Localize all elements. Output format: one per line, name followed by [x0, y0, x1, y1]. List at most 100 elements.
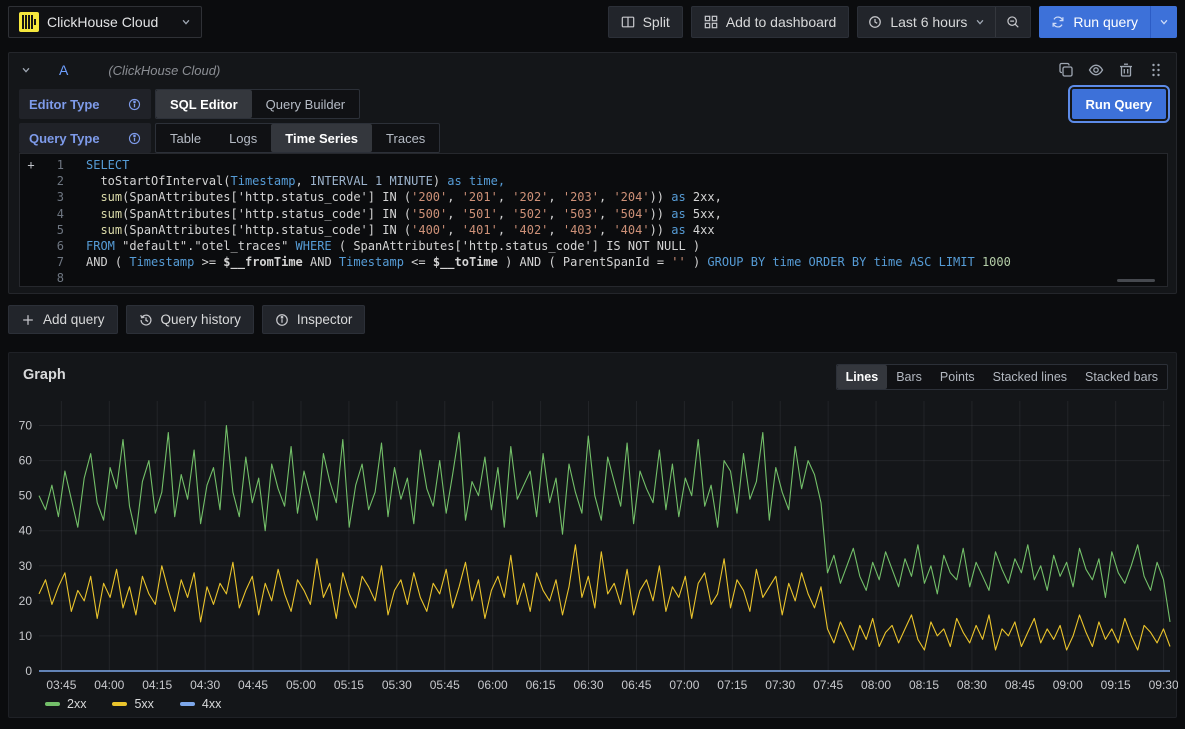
- mode-points[interactable]: Points: [931, 365, 984, 389]
- split-button[interactable]: Split: [608, 6, 683, 38]
- query-type-time-series[interactable]: Time Series: [271, 124, 372, 152]
- line-number: 6: [42, 238, 64, 254]
- code-token: ,: [296, 173, 310, 189]
- x-tick-label: 08:00: [861, 678, 891, 692]
- code-token: '502': [512, 206, 548, 222]
- code-token: '501': [462, 206, 498, 222]
- run-query-split-button: Run query: [1039, 6, 1177, 38]
- info-icon[interactable]: [128, 132, 141, 145]
- code-token: '202': [512, 189, 548, 205]
- query-history-button[interactable]: Query history: [126, 305, 254, 334]
- legend-label: 2xx: [67, 697, 86, 711]
- code-token: ,: [498, 189, 512, 205]
- chart-legend: 2xx 5xx 4xx: [45, 697, 221, 711]
- inspector-button[interactable]: Inspector: [262, 305, 366, 334]
- query-row-header: A (ClickHouse Cloud): [9, 53, 1176, 87]
- x-tick-label: 07:15: [717, 678, 747, 692]
- code-token: <=: [404, 254, 433, 270]
- code-token: ,: [447, 189, 461, 205]
- duplicate-query-icon[interactable]: [1058, 62, 1074, 78]
- code-token: sum: [100, 222, 122, 238]
- run-query-top-label: Run query: [1073, 14, 1138, 30]
- split-label: Split: [643, 14, 670, 30]
- legend-item-4xx[interactable]: 4xx: [180, 697, 221, 711]
- horizontal-scrollbar[interactable]: [1117, 279, 1155, 282]
- code-token: 4xx: [686, 222, 715, 238]
- editor-type-query-builder[interactable]: Query Builder: [252, 90, 359, 118]
- x-tick-label: 06:00: [478, 678, 508, 692]
- line-number: 8: [42, 270, 64, 286]
- time-series-chart[interactable]: 01020304050607003:4504:0004:1504:3004:45…: [9, 393, 1178, 693]
- sql-code-editor[interactable]: +1SELECT2 toStartOfInterval(Timestamp, I…: [19, 153, 1168, 287]
- delete-query-icon[interactable]: [1118, 62, 1134, 78]
- editor-type-sql-editor[interactable]: SQL Editor: [156, 90, 252, 118]
- code-line[interactable]: 8: [20, 270, 1167, 286]
- y-tick-label: 10: [19, 629, 33, 643]
- datasource-picker[interactable]: ClickHouse Cloud: [8, 6, 202, 38]
- split-icon: [621, 15, 635, 29]
- code-line[interactable]: +1SELECT: [20, 157, 1167, 173]
- query-type-label-text: Query Type: [29, 131, 100, 146]
- code-token: GROUP BY time ORDER BY time ASC LIMIT: [707, 254, 974, 270]
- time-range-picker[interactable]: Last 6 hours: [858, 7, 995, 37]
- chevron-down-icon: [181, 17, 191, 27]
- code-token: ,: [447, 206, 461, 222]
- query-type-table[interactable]: Table: [156, 124, 215, 152]
- x-tick-label: 09:30: [1149, 678, 1178, 692]
- code-token: )): [650, 206, 672, 222]
- code-line[interactable]: 2 toStartOfInterval(Timestamp, INTERVAL …: [20, 173, 1167, 189]
- code-token: Timestamp: [339, 254, 404, 270]
- code-token: [86, 189, 100, 205]
- mode-stacked-bars[interactable]: Stacked bars: [1076, 365, 1167, 389]
- code-line[interactable]: 3 sum(SpanAttributes['http.status_code']…: [20, 189, 1167, 205]
- x-tick-label: 07:00: [669, 678, 699, 692]
- mode-bars[interactable]: Bars: [887, 365, 931, 389]
- drag-handle-icon[interactable]: [1148, 62, 1164, 78]
- code-token: 2xx,: [686, 189, 722, 205]
- info-icon[interactable]: [128, 98, 141, 111]
- run-query-dropdown[interactable]: [1150, 6, 1177, 38]
- code-line[interactable]: 6FROM "default"."otel_traces" WHERE ( Sp…: [20, 238, 1167, 254]
- code-token: sum: [100, 206, 122, 222]
- collapse-chevron-icon[interactable]: [21, 65, 31, 75]
- y-tick-label: 40: [19, 524, 33, 538]
- x-tick-label: 04:00: [94, 678, 124, 692]
- legend-item-5xx[interactable]: 5xx: [112, 697, 153, 711]
- code-token: '204': [613, 189, 649, 205]
- code-token: [86, 206, 100, 222]
- refresh-icon: [1051, 15, 1065, 29]
- glyph-margin: [20, 189, 42, 205]
- query-type-logs[interactable]: Logs: [215, 124, 271, 152]
- glyph-margin: [20, 206, 42, 222]
- code-token: '504': [613, 206, 649, 222]
- code-line[interactable]: 4 sum(SpanAttributes['http.status_code']…: [20, 206, 1167, 222]
- code-token: AND (: [86, 254, 129, 270]
- editor-type-row: Editor Type SQL Editor Query Builder: [19, 89, 360, 119]
- mode-lines[interactable]: Lines: [837, 365, 888, 389]
- zoom-out-time-button[interactable]: [996, 7, 1030, 37]
- editor-type-label: Editor Type: [19, 89, 151, 119]
- clock-icon: [868, 15, 882, 29]
- x-tick-label: 09:15: [1101, 678, 1131, 692]
- x-tick-label: 07:30: [765, 678, 795, 692]
- code-token: sum: [100, 189, 122, 205]
- run-query-top-button[interactable]: Run query: [1039, 6, 1150, 38]
- code-token: '401': [462, 222, 498, 238]
- code-token: as time,: [447, 173, 505, 189]
- x-tick-label: 04:45: [238, 678, 268, 692]
- x-tick-label: 06:15: [526, 678, 556, 692]
- add-to-dashboard-button[interactable]: Add to dashboard: [691, 6, 850, 38]
- code-line[interactable]: 7AND ( Timestamp >= $__fromTime AND Time…: [20, 254, 1167, 270]
- legend-item-2xx[interactable]: 2xx: [45, 697, 86, 711]
- toggle-visibility-icon[interactable]: [1088, 62, 1104, 78]
- query-type-label: Query Type: [19, 123, 151, 153]
- inspector-label: Inspector: [297, 312, 353, 327]
- code-token: [86, 222, 100, 238]
- mode-stacked-lines[interactable]: Stacked lines: [984, 365, 1076, 389]
- add-query-button[interactable]: Add query: [8, 305, 118, 334]
- query-type-traces[interactable]: Traces: [372, 124, 439, 152]
- query-history-label: Query history: [161, 312, 241, 327]
- code-line[interactable]: 5 sum(SpanAttributes['http.status_code']…: [20, 222, 1167, 238]
- code-token: INTERVAL 1 MINUTE: [310, 173, 433, 189]
- run-query-button[interactable]: Run Query: [1072, 89, 1166, 119]
